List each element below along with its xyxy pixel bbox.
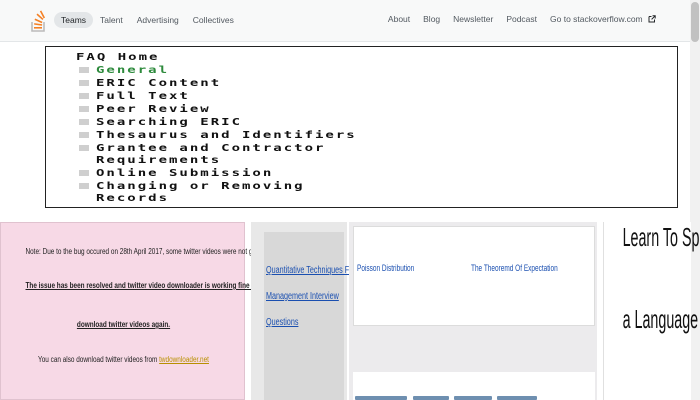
nav-talent[interactable]: Talent	[93, 12, 130, 28]
faq-item-thesaurus[interactable]: Thesaurus and Identifiers	[96, 130, 357, 140]
faq-bullet-icon	[79, 183, 89, 189]
faq-item-full-text[interactable]: Full Text	[96, 91, 190, 101]
nav-blog[interactable]: Blog	[423, 14, 440, 24]
card-button[interactable]	[497, 396, 537, 400]
faq-item-records[interactable]: Records	[96, 193, 169, 203]
twdownloader-link[interactable]: twdownloader.net	[159, 355, 209, 364]
related-card: Poisson Distribution The Theoremd Of Exp…	[353, 226, 595, 326]
article-title-link[interactable]: Quantitative Techniques For Management I…	[266, 258, 356, 336]
notice-text-2: The issue has been resolved and twitter …	[25, 281, 307, 290]
nav-teams[interactable]: Teams	[54, 12, 94, 28]
notice-text-4: You can also download twitter videos fro…	[26, 355, 222, 364]
notice-text-1: Note: Due to the bug occured on 28th Apr…	[25, 247, 307, 256]
faq-item-online-submission[interactable]: Online Submission	[96, 168, 273, 178]
notice-box: Note: Due to the bug occured on 28th Apr…	[0, 222, 307, 400]
article-title-line-1[interactable]: Quantitative Techniques For	[266, 258, 356, 284]
nav-about[interactable]: About	[388, 14, 410, 24]
nav-podcast[interactable]: Podcast	[506, 14, 537, 24]
faq-item-eric-content[interactable]: ERIC Content	[96, 78, 221, 88]
faq-bullet-icon	[79, 80, 89, 86]
poisson-distribution-link[interactable]: Poisson Distribution	[357, 263, 414, 273]
nav-newsletter[interactable]: Newsletter	[453, 14, 493, 24]
faq-item-changing[interactable]: Changing or Removing	[96, 181, 305, 191]
faq-bullet-icon	[79, 145, 89, 151]
card-button[interactable]	[413, 396, 449, 400]
nav-advertising[interactable]: Advertising	[130, 12, 186, 28]
secondary-nav: About Blog Newsletter Podcast Go to stac…	[375, 14, 656, 24]
page-scrollbar[interactable]	[690, 0, 700, 400]
scrollbar-thumb[interactable]	[691, 2, 699, 42]
ad-text-line-1[interactable]: Learn To Speak	[623, 222, 700, 253]
faq-bullet-icon	[79, 93, 89, 99]
faq-item-searching-eric[interactable]: Searching ERIC	[96, 117, 242, 127]
faq-home-label[interactable]: FAQ Home	[76, 52, 159, 62]
faq-item-general[interactable]: General	[96, 65, 169, 75]
ad-text-line-2[interactable]: a Language	[623, 304, 699, 335]
nav-go-to-stackoverflow-label: Go to stackoverflow.com	[550, 14, 643, 24]
faq-bullet-icon	[79, 119, 89, 125]
nav-collectives[interactable]: Collectives	[186, 12, 241, 28]
external-link-icon	[648, 15, 656, 23]
top-navigation-bar: Teams Talent Advertising Collectives Abo…	[0, 0, 700, 42]
primary-nav: Teams Talent Advertising Collectives	[54, 12, 241, 28]
faq-bullet-icon	[79, 67, 89, 73]
card-button[interactable]	[454, 396, 492, 400]
faq-menu-image: FAQ Home General ERIC Content Full Text …	[45, 46, 678, 208]
nav-go-to-stackoverflow[interactable]: Go to stackoverflow.com	[550, 14, 656, 24]
theorem-of-expectation-link[interactable]: The Theoremd Of Expectation	[471, 263, 558, 273]
faq-item-grantee[interactable]: Grantee and Contractor	[96, 143, 325, 153]
faq-bullet-icon	[79, 106, 89, 112]
faq-item-peer-review[interactable]: Peer Review	[96, 104, 211, 114]
card-button[interactable]	[355, 396, 407, 400]
faq-bullet-icon	[79, 132, 89, 138]
notice-text-4-prefix: You can also download twitter videos fro…	[38, 355, 158, 364]
faq-bullet-icon	[79, 170, 89, 176]
faq-item-requirements[interactable]: Requirements	[96, 155, 221, 165]
article-title-line-3[interactable]: Questions	[266, 310, 324, 336]
article-title-line-2[interactable]: Management Interview	[266, 284, 339, 310]
notice-text-3: download twitter videos again.	[76, 320, 171, 329]
stackoverflow-logo-icon[interactable]	[31, 8, 47, 32]
